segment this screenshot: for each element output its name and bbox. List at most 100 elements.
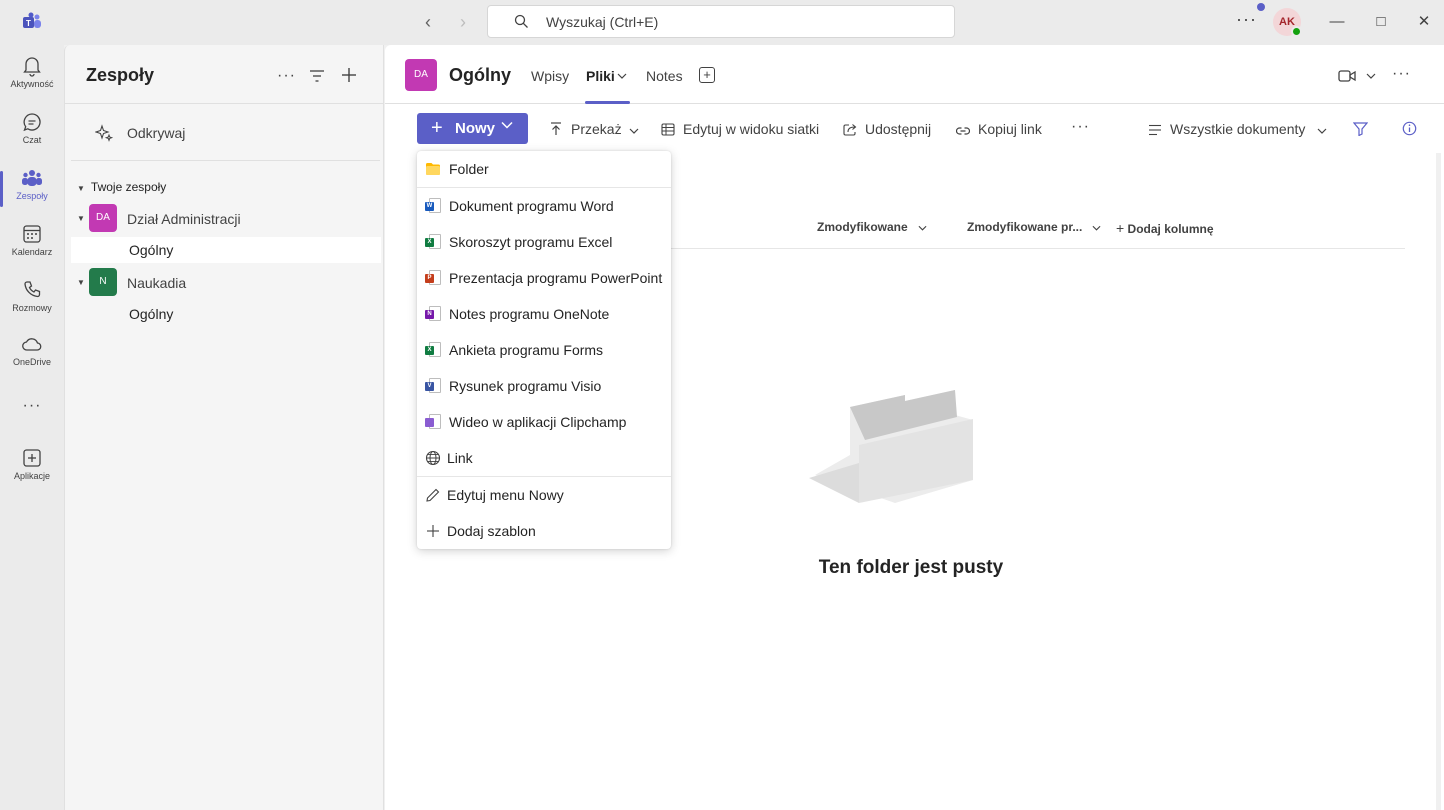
copy-link-button[interactable]: Kopiuj link [956, 121, 1042, 137]
filter-icon[interactable] [1353, 122, 1368, 136]
plus-icon: + [431, 117, 443, 139]
menu-item-edit-new-menu[interactable]: Edytuj menu Nowy [417, 477, 671, 513]
share-icon [843, 124, 857, 136]
search-box[interactable] [487, 5, 955, 38]
menu-item-label: Wideo w aplikacji Clipchamp [449, 414, 627, 430]
teams-logo-icon: T [23, 12, 41, 28]
new-button[interactable]: + Nowy [417, 113, 528, 144]
more-options-icon[interactable]: ··· [277, 67, 296, 85]
menu-item-excel[interactable]: X Skoroszyt programu Excel [417, 224, 671, 260]
scrollbar[interactable] [1436, 153, 1441, 810]
add-apps-icon [23, 449, 41, 467]
team-item[interactable]: ▼ DA Dział Administracji [77, 204, 377, 234]
new-menu: Folder W Dokument programu Word X Skoros… [417, 151, 671, 549]
section-your-teams[interactable]: ▼ Twoje zespoły [77, 180, 166, 194]
menu-item-link[interactable]: Link [417, 440, 671, 476]
menu-item-label: Ankieta programu Forms [449, 342, 604, 358]
caret-down-icon: ▼ [77, 184, 85, 193]
info-icon[interactable] [1402, 121, 1417, 136]
grid-edit-label: Edytuj w widoku siatki [683, 121, 820, 137]
add-column-button[interactable]: + Dodaj kolumnę [1116, 220, 1214, 236]
tab-files[interactable]: Pliki [586, 68, 615, 84]
clipchamp-icon [425, 414, 441, 430]
forward-arrow-icon[interactable]: › [460, 12, 466, 33]
menu-item-onenote[interactable]: N Notes programu OneNote [417, 296, 671, 332]
menu-item-label: Dodaj szablon [447, 523, 536, 539]
rail-calls[interactable]: Rozmowy [0, 279, 64, 329]
word-icon: W [425, 198, 441, 214]
rail-label: Kalendarz [11, 247, 53, 257]
rail-calendar[interactable]: Kalendarz [0, 223, 64, 273]
menu-item-word[interactable]: W Dokument programu Word [417, 188, 671, 224]
empty-state-title: Ten folder jest pusty [818, 557, 1004, 578]
menu-item-forms[interactable]: X Ankieta programu Forms [417, 332, 671, 368]
chevron-down-icon [918, 225, 927, 231]
rail-teams[interactable]: Zespoły [0, 167, 64, 217]
menu-item-folder[interactable]: Folder [417, 151, 671, 187]
rail-apps[interactable]: Aplikacje [0, 447, 64, 497]
team-item[interactable]: ▼ N Naukadia [77, 268, 377, 298]
column-label: Zmodyfikowane [817, 220, 908, 234]
upload-button[interactable]: Przekaż [549, 121, 639, 137]
team-name: Naukadia [127, 275, 187, 291]
chevron-down-icon [629, 128, 639, 134]
more-options-icon[interactable]: ··· [1236, 9, 1257, 30]
close-icon[interactable]: ✕ [1412, 10, 1436, 34]
chevron-down-icon[interactable] [617, 73, 627, 79]
column-modified-by[interactable]: Zmodyfikowane pr... [967, 220, 1101, 234]
rail-onedrive[interactable]: OneDrive [0, 335, 64, 385]
phone-icon [24, 281, 41, 298]
column-modified[interactable]: Zmodyfikowane [817, 220, 927, 234]
filter-list-icon[interactable] [309, 69, 325, 83]
globe-icon [425, 450, 441, 466]
menu-item-powerpoint[interactable]: P Prezentacja programu PowerPoint [417, 260, 671, 296]
rail-more-apps[interactable]: ··· [0, 397, 64, 447]
menu-item-label: Notes programu OneNote [449, 306, 610, 322]
add-tab-icon[interactable]: + [699, 67, 715, 83]
chevron-down-icon [1092, 225, 1101, 231]
menu-item-clipchamp[interactable]: Wideo w aplikacji Clipchamp [417, 404, 671, 440]
active-tab-indicator [585, 101, 630, 104]
tab-posts[interactable]: Wpisy [531, 68, 569, 84]
more-commands-button[interactable]: ··· [1071, 118, 1090, 136]
teams-icon [22, 170, 42, 186]
add-icon[interactable] [341, 67, 357, 83]
svg-text:T: T [26, 19, 31, 28]
discover-label: Odkrywaj [127, 125, 186, 141]
rail-label: Czat [22, 135, 42, 145]
list-icon [1149, 124, 1161, 136]
channel-item[interactable]: Ogólny [71, 237, 381, 263]
copy-link-label: Kopiuj link [978, 121, 1042, 137]
grid-edit-button[interactable]: Edytuj w widoku siatki [661, 121, 819, 137]
maximize-icon[interactable]: □ [1369, 10, 1393, 34]
section-label: Twoje zespoły [90, 180, 167, 194]
caret-down-icon: ▼ [77, 278, 85, 287]
video-call-icon[interactable] [1338, 69, 1356, 83]
rail-label: OneDrive [12, 357, 51, 367]
sparkle-icon [94, 124, 114, 145]
team-avatar: N [89, 268, 117, 296]
channel-avatar: DA [405, 59, 437, 91]
view-selector[interactable]: Wszystkie dokumenty [1148, 121, 1327, 137]
back-arrow-icon[interactable]: ‹ [425, 12, 431, 33]
share-button[interactable]: Udostępnij [843, 121, 931, 137]
powerpoint-icon: P [425, 270, 441, 286]
tab-notes[interactable]: Notes [646, 68, 683, 84]
rail-activity[interactable]: Aktywność [0, 55, 64, 105]
bell-icon [23, 57, 41, 77]
empty-folder-illustration [809, 390, 973, 503]
rail-chat[interactable]: Czat [0, 111, 64, 161]
more-options-icon[interactable]: ··· [1392, 65, 1411, 83]
menu-item-visio[interactable]: V Rysunek programu Visio [417, 368, 671, 404]
minimize-icon[interactable]: — [1325, 10, 1349, 34]
channel-item[interactable]: Ogólny [71, 301, 381, 327]
panel-title: Zespoły [86, 65, 155, 85]
menu-item-add-template[interactable]: Dodaj szablon [417, 513, 671, 549]
link-icon [956, 127, 970, 135]
menu-item-label: Rysunek programu Visio [449, 378, 602, 394]
table-icon [661, 123, 675, 136]
chevron-down-icon[interactable] [1366, 73, 1376, 79]
forms-icon: X [425, 342, 441, 358]
search-input[interactable] [546, 6, 936, 37]
cloud-icon [22, 338, 42, 351]
